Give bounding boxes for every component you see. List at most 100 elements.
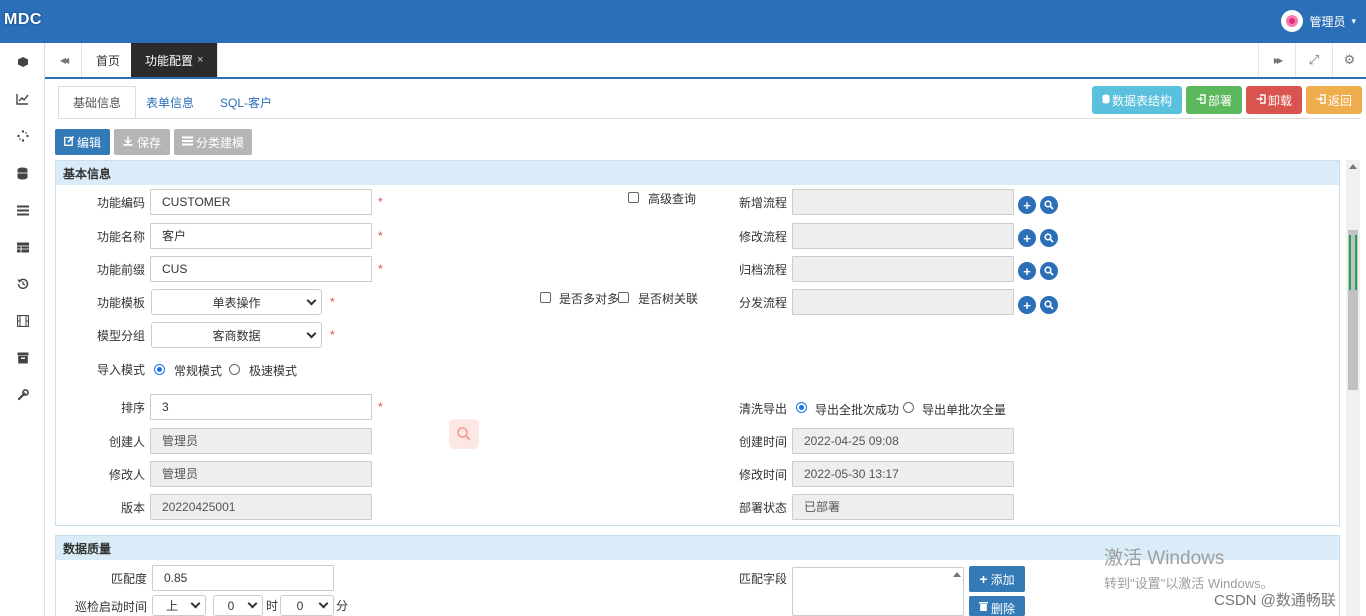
edit-icon [64, 135, 75, 149]
patrol-select-2[interactable]: 0 [213, 595, 263, 616]
patrol-select-1[interactable]: 上 [152, 595, 206, 616]
film-icon[interactable] [0, 306, 45, 336]
page-tabbar: ◀◀ 首页 功能配置 × ▶▶ ⤢ ⚙ [45, 43, 1366, 79]
func-code-input[interactable]: CUSTOMER [150, 189, 372, 215]
plus-icon[interactable]: + [1018, 262, 1036, 280]
chevron-down-icon [306, 295, 317, 306]
tab-sql-customer[interactable]: SQL-客户 [206, 86, 286, 119]
add-button[interactable]: + 添加 [969, 566, 1025, 592]
button-label: 添加 [990, 572, 1015, 587]
select-value: 客商数据 [212, 328, 261, 343]
func-name-input[interactable]: 客户 [150, 223, 372, 249]
panel-title: 数据质量 [56, 536, 1339, 560]
tab-settings-button[interactable]: ⚙ [1332, 43, 1366, 77]
brand-logo[interactable]: MDC [4, 11, 42, 29]
scroll-up-icon [953, 572, 961, 577]
dispatch-flow-input [792, 289, 1014, 315]
dispatch-flow-label: 分发流程 [738, 296, 787, 310]
export-single-batch-radio[interactable] [903, 402, 914, 413]
backward-icon: ◀◀ [59, 55, 69, 65]
scrollbar-indicator [1349, 235, 1357, 290]
edit-button[interactable]: 编辑 [55, 129, 110, 155]
import-mode-fast-radio[interactable] [229, 364, 240, 375]
table-icon[interactable] [0, 232, 45, 262]
version-label: 版本 [120, 501, 145, 515]
add-flow-input [792, 189, 1014, 215]
delete-button[interactable]: 删除 [969, 596, 1025, 616]
fullscreen-icon: ⤢ [1308, 52, 1320, 67]
advanced-query-checkbox[interactable] [628, 192, 639, 203]
chevron-down-icon [190, 598, 201, 609]
list-icon[interactable] [0, 195, 45, 225]
uninstall-button[interactable]: 卸载 [1246, 86, 1302, 114]
button-label: 编辑 [76, 135, 101, 150]
export-all-batch-radio[interactable] [796, 402, 807, 413]
import-mode-label: 导入模式 [96, 363, 145, 377]
clean-export-label: 清洗导出 [738, 402, 787, 416]
match-field-textarea[interactable] [792, 567, 964, 616]
database-icon[interactable] [0, 158, 45, 188]
radio-label: 导出全批次成功 [815, 403, 900, 417]
tab-form-info[interactable]: 表单信息 [132, 86, 208, 119]
model-group-select[interactable]: 客商数据 [151, 322, 322, 348]
list-icon [181, 135, 193, 149]
user-menu[interactable]: 管理员 ▾ [1281, 10, 1356, 32]
func-template-select[interactable]: 单表操作 [151, 289, 322, 315]
select-value: 上 [165, 599, 178, 613]
plus-icon[interactable]: + [1018, 296, 1036, 314]
table-structure-button[interactable]: 数据表结构 [1092, 86, 1182, 114]
many-to-many-checkbox[interactable] [540, 292, 551, 303]
tree-related-checkbox[interactable] [618, 292, 629, 303]
history-icon[interactable] [0, 269, 45, 299]
close-icon[interactable]: × [197, 54, 203, 66]
deploy-button[interactable]: 部署 [1186, 86, 1242, 114]
search-icon[interactable] [1040, 296, 1058, 314]
category-modeling-button[interactable]: 分类建模 [174, 129, 252, 155]
func-code-label: 功能编码 [96, 196, 145, 210]
chevron-down-icon [306, 328, 317, 339]
checkbox-label: 是否多对多 [559, 292, 620, 306]
gear-icon: ⚙ [1343, 52, 1356, 67]
wrench-icon[interactable] [0, 380, 45, 410]
archive-flow-label: 归档流程 [738, 263, 787, 277]
fullscreen-button[interactable]: ⤢ [1295, 43, 1332, 77]
model-group-label: 模型分组 [96, 329, 145, 343]
chevron-down-icon [318, 598, 329, 609]
page-scrollbar[interactable] [1346, 160, 1360, 616]
archive-flow-input [792, 256, 1014, 282]
patrol-select-3[interactable]: 0 [280, 595, 334, 616]
button-label: 返回 [1327, 93, 1352, 108]
cube-icon[interactable] [0, 47, 45, 77]
tab-basic-info[interactable]: 基础信息 [58, 86, 137, 119]
search-icon[interactable] [1040, 262, 1058, 280]
plus-icon: + [979, 571, 988, 587]
tab-scroll-right-button[interactable]: ▶▶ [1258, 43, 1295, 77]
tab-function-config[interactable]: 功能配置 × [131, 43, 219, 77]
import-mode-normal-radio[interactable] [154, 364, 165, 375]
save-button[interactable]: 保存 [114, 129, 170, 155]
required-mark: * [330, 328, 335, 342]
spinner-icon[interactable] [0, 121, 45, 151]
add-flow-label: 新增流程 [738, 196, 787, 210]
version-input: 20220425001 [150, 494, 372, 520]
button-label: 分类建模 [195, 135, 244, 150]
chevron-down-icon: ▾ [1351, 15, 1356, 26]
search-icon[interactable] [1040, 229, 1058, 247]
tab-home[interactable]: 首页 [82, 43, 136, 77]
line-chart-icon[interactable] [0, 84, 45, 114]
search-icon[interactable] [1040, 196, 1058, 214]
floating-search-button[interactable] [449, 419, 479, 449]
creator-label: 创建人 [108, 435, 145, 449]
back-button[interactable]: 返回 [1306, 86, 1362, 114]
plus-icon[interactable]: + [1018, 229, 1036, 247]
radio-label: 导出单批次全量 [922, 403, 1007, 417]
func-prefix-input[interactable]: CUS [150, 256, 372, 282]
order-input[interactable]: 3 [150, 394, 372, 420]
plus-icon[interactable]: + [1018, 196, 1036, 214]
tab-label: 功能配置 [145, 53, 194, 68]
match-degree-input[interactable]: 0.85 [152, 565, 334, 591]
archive-icon[interactable] [0, 343, 45, 373]
required-mark: * [378, 229, 383, 243]
tab-scroll-left-button[interactable]: ◀◀ [45, 43, 82, 77]
required-mark: * [378, 195, 383, 209]
